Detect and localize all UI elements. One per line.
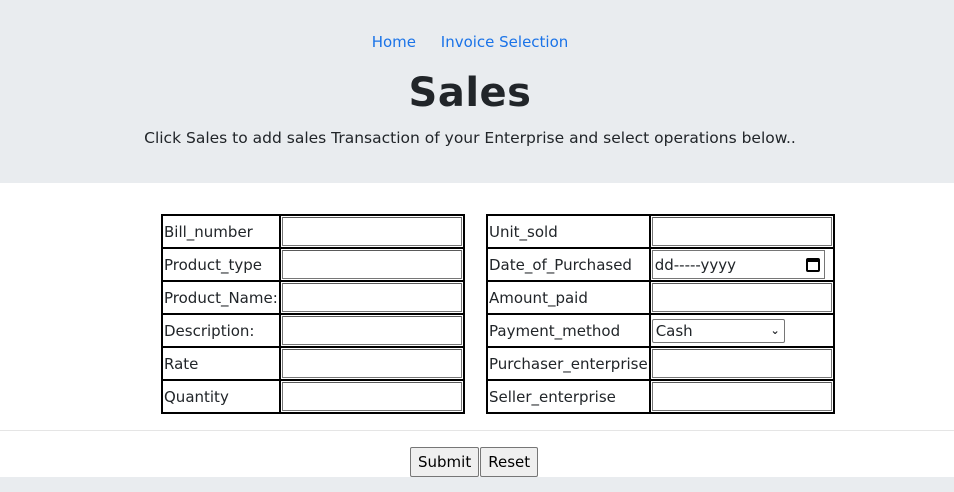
description-label: Description: <box>162 314 280 347</box>
top-nav: Home Invoice Selection <box>0 33 940 51</box>
submit-button[interactable]: Submit <box>410 447 480 477</box>
payment-method-value: Cash <box>655 321 693 340</box>
calendar-icon[interactable] <box>805 257 820 272</box>
date-of-purchase-input[interactable]: dd-----yyyy <box>651 250 825 279</box>
seller-enterprise-label: Seller_enterprise <box>487 380 650 413</box>
product-type-input[interactable] <box>281 250 462 279</box>
date-label: Date_of_Purchased <box>487 248 650 281</box>
amount-paid-input[interactable] <box>651 283 832 312</box>
form-row-unit-sold: Unit_sold <box>487 215 834 248</box>
quantity-input[interactable] <box>281 382 462 411</box>
unit-sold-label: Unit_sold <box>487 215 650 248</box>
amount-paid-label: Amount_paid <box>487 281 650 314</box>
header-banner: Home Invoice Selection Sales Click Sales… <box>0 0 954 183</box>
form-row-amount: Amount_paid <box>487 281 834 314</box>
payment-method-select[interactable]: Cash ⌄ <box>651 318 785 343</box>
form-row-purchaser: Purchaser_enterprise <box>487 347 834 380</box>
form-row-bill-number: Bill_number <box>162 215 464 248</box>
nav-invoice-selection-link[interactable]: Invoice Selection <box>441 33 569 51</box>
rate-input[interactable] <box>281 349 462 378</box>
form-row-rate: Rate <box>162 347 464 380</box>
payment-method-label: Payment_method <box>487 314 650 347</box>
product-type-label: Product_type <box>162 248 280 281</box>
unit-sold-input[interactable] <box>651 217 832 246</box>
form-row-quantity: Quantity <box>162 380 464 413</box>
left-form-table: Bill_number Product_type Product_Name: D… <box>161 214 465 414</box>
seller-enterprise-input[interactable] <box>651 382 832 411</box>
right-form-table: Unit_sold Date_of_Purchased dd-----yyyy … <box>486 214 835 414</box>
rate-label: Rate <box>162 347 280 380</box>
reset-button[interactable]: Reset <box>480 447 539 477</box>
purchaser-enterprise-label: Purchaser_enterprise <box>487 347 650 380</box>
product-name-label: Product_Name: <box>162 281 280 314</box>
bill-number-label: Bill_number <box>162 215 280 248</box>
purchaser-enterprise-input[interactable] <box>651 349 832 378</box>
footer <box>0 477 954 492</box>
chevron-down-icon: ⌄ <box>770 324 780 337</box>
form-row-product-type: Product_type <box>162 248 464 281</box>
page-subtitle: Click Sales to add sales Transaction of … <box>144 129 796 147</box>
description-input[interactable] <box>281 316 462 345</box>
form-row-seller: Seller_enterprise <box>487 380 834 413</box>
form-row-product-name: Product_Name: <box>162 281 464 314</box>
date-placeholder: dd-----yyyy <box>654 255 737 274</box>
form-row-date: Date_of_Purchased dd-----yyyy <box>487 248 834 281</box>
product-name-input[interactable] <box>281 283 462 312</box>
divider <box>0 430 954 431</box>
bill-number-input[interactable] <box>281 217 462 246</box>
quantity-label: Quantity <box>162 380 280 413</box>
form-row-description: Description: <box>162 314 464 347</box>
form-buttons: Submit Reset <box>410 447 539 477</box>
nav-home-link[interactable]: Home <box>372 33 416 51</box>
page-title: Sales <box>408 70 532 116</box>
form-row-payment: Payment_method Cash ⌄ <box>487 314 834 347</box>
